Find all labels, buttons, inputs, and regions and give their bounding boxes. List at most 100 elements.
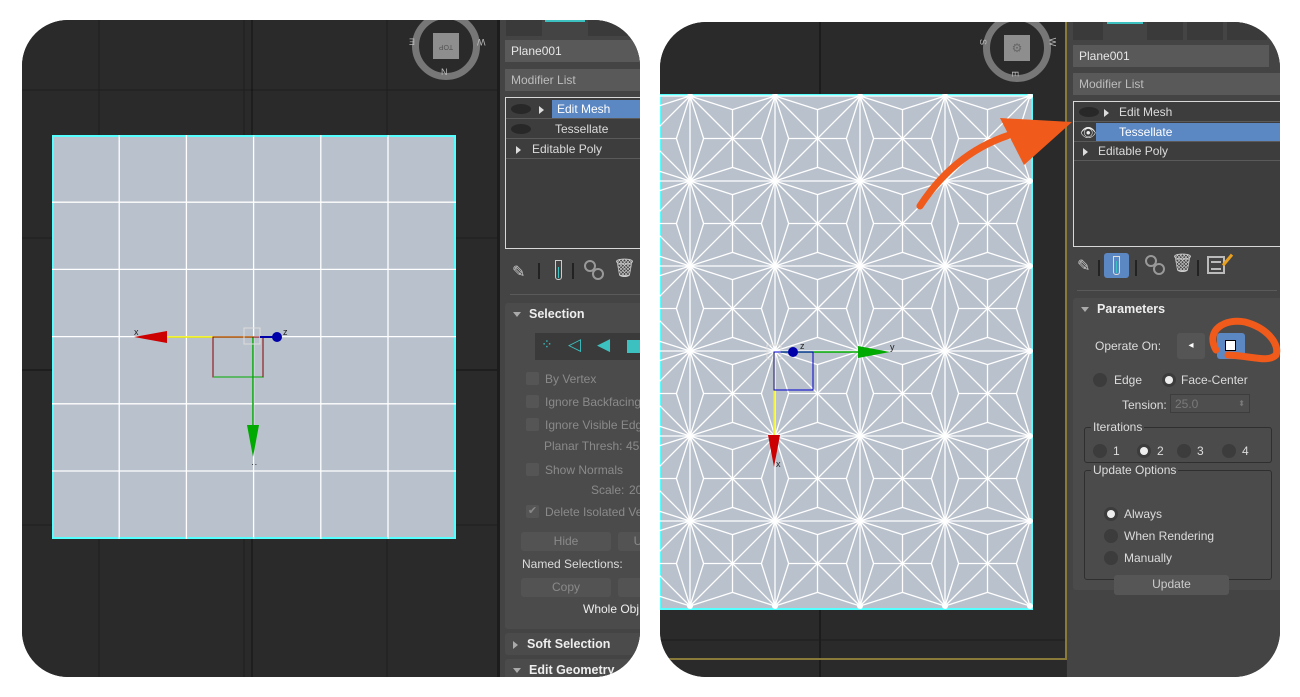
copy-button[interactable]: Copy (521, 578, 611, 597)
selection-rollout-header[interactable]: Selection (513, 307, 585, 321)
svg-text:z: z (283, 327, 288, 337)
expand-icon[interactable] (1104, 109, 1109, 117)
show-end-result-button[interactable] (1104, 253, 1129, 278)
polygon-icon[interactable] (627, 340, 640, 353)
update-button[interactable]: Update (1114, 575, 1229, 595)
mesh-vertex (857, 263, 863, 269)
tab-modify[interactable] (1107, 22, 1143, 40)
stack-item-tessellate[interactable]: 👁 Tessellate (1074, 123, 1280, 142)
manually-radio[interactable] (1104, 551, 1118, 565)
left-screenshot: x y z TOP N E W Plane001 Modifier List E… (22, 20, 640, 677)
object-name-field[interactable]: Plane001 (1073, 45, 1269, 67)
eye-icon[interactable] (511, 104, 531, 114)
mesh-vertex (942, 263, 948, 269)
mesh-vertex (772, 518, 778, 524)
edge-radio[interactable] (1093, 373, 1107, 387)
unhide-button[interactable]: U (618, 532, 640, 551)
mesh-vertex (687, 603, 693, 609)
make-unique-icon[interactable] (1145, 255, 1167, 277)
vertex-icon[interactable]: ⁘ (541, 336, 553, 353)
eye-icon[interactable] (1079, 107, 1099, 117)
transform-gizmo[interactable]: x y z (122, 315, 302, 465)
ignore-visible-edges-checkbox[interactable] (526, 418, 539, 431)
face-icon[interactable]: ◀ (597, 335, 610, 355)
edit-geometry-rollout[interactable]: Edit Geometry (505, 659, 640, 677)
iterations-4-radio[interactable] (1222, 444, 1236, 458)
trash-icon[interactable]: 🗑 (613, 258, 636, 279)
mesh-vertex (772, 263, 778, 269)
tab-modify[interactable] (545, 20, 585, 36)
stack-item-tessellate[interactable]: Tessellate (506, 120, 640, 139)
always-radio[interactable] (1104, 507, 1118, 521)
compass-east: E (1010, 70, 1021, 78)
planar-thresh-spinner[interactable]: 45 (626, 439, 639, 453)
stack-item-editable-poly[interactable]: Editable Poly (506, 140, 640, 159)
modifier-list-dropdown[interactable]: Modifier List (505, 69, 640, 91)
subobject-toolbar: ⁘ ◁ ◀ (535, 333, 640, 360)
expand-icon[interactable] (539, 106, 544, 114)
command-panel: Plane001 Modifier List Edit Mesh 👁 Tessel… (1067, 22, 1280, 677)
command-panel: Plane001 Modifier List Edit Mesh Tessell… (500, 20, 640, 677)
tab-display[interactable] (1227, 22, 1267, 40)
mesh-vertex (687, 348, 693, 354)
hide-button[interactable]: Hide (521, 532, 611, 551)
eye-icon[interactable] (511, 124, 531, 134)
by-vertex-checkbox[interactable] (526, 372, 539, 385)
when-rendering-radio[interactable] (1104, 529, 1118, 543)
viewport-top[interactable]: x y z TOP N E W (22, 20, 497, 677)
mesh-vertex (942, 603, 948, 609)
make-unique-icon[interactable] (584, 260, 606, 282)
show-normals-checkbox[interactable] (526, 463, 539, 476)
mesh-vertex (857, 603, 863, 609)
object-name-field[interactable]: Plane001 (505, 40, 640, 62)
show-end-result-icon[interactable] (555, 260, 562, 280)
face-center-radio[interactable] (1162, 373, 1176, 387)
mesh-vertex (687, 263, 693, 269)
delete-isolated-checkbox[interactable]: ✔ (526, 505, 539, 518)
iterations-1-radio[interactable] (1093, 444, 1107, 458)
expand-icon[interactable] (1083, 148, 1088, 156)
compass-south: S (978, 38, 989, 46)
expand-icon[interactable] (516, 146, 521, 154)
mesh-vertex (942, 518, 948, 524)
edge-icon[interactable]: ◁ (568, 335, 581, 355)
viewcube-face[interactable]: ⚙ (1004, 35, 1030, 61)
pin-stack-icon[interactable]: ✎ (1077, 256, 1090, 276)
mesh-vertex (942, 348, 948, 354)
transform-gizmo[interactable]: x y z (760, 337, 910, 477)
viewcube-face[interactable]: TOP (433, 33, 459, 59)
mesh-vertex (1027, 348, 1033, 354)
iterations-2-radio[interactable] (1137, 444, 1151, 458)
mesh-vertex (687, 518, 693, 524)
operate-on-faces-button[interactable]: ◂ (1177, 333, 1205, 359)
parameters-rollout-header[interactable]: Parameters (1081, 302, 1165, 316)
trash-icon[interactable]: 🗑 (1171, 253, 1194, 274)
stack-item-editable-poly[interactable]: Editable Poly (1074, 142, 1280, 161)
svg-text:x: x (776, 459, 781, 469)
tab-hierarchy[interactable] (1147, 22, 1183, 40)
tab-create[interactable] (1073, 22, 1103, 40)
y-axis-arrow (247, 425, 259, 457)
tab-motion[interactable] (1187, 22, 1223, 40)
paste-button[interactable] (618, 578, 640, 597)
tab-hierarchy[interactable] (588, 20, 628, 36)
soft-selection-rollout[interactable]: Soft Selection (505, 633, 640, 655)
operate-on-polygons-button[interactable] (1217, 333, 1245, 359)
x-axis-arrow (134, 331, 167, 343)
stack-item-edit-mesh[interactable]: Edit Mesh (1074, 103, 1280, 122)
z-axis-handle (788, 347, 798, 357)
iterations-3-radio[interactable] (1177, 444, 1191, 458)
modifier-stack: Edit Mesh 👁 Tessellate Editable Poly (1073, 101, 1280, 247)
ignore-backfacing-checkbox[interactable] (526, 395, 539, 408)
eye-icon[interactable]: 👁 (1080, 123, 1097, 142)
mesh-vertex (857, 178, 863, 184)
tab-create[interactable] (506, 20, 542, 36)
scale-spinner[interactable]: 20 (629, 483, 640, 497)
viewport-top[interactable]: x y z ⚙ S E W (660, 22, 1066, 677)
stack-item-edit-mesh[interactable]: Edit Mesh (506, 100, 640, 119)
configure-modifier-sets-icon[interactable] (1207, 253, 1234, 274)
mesh-vertex (857, 518, 863, 524)
modifier-list-dropdown[interactable]: Modifier List (1073, 73, 1280, 95)
pin-stack-icon[interactable]: ✎ (512, 262, 525, 282)
tension-spinner[interactable]: 25.0 ⬍ (1170, 394, 1250, 413)
